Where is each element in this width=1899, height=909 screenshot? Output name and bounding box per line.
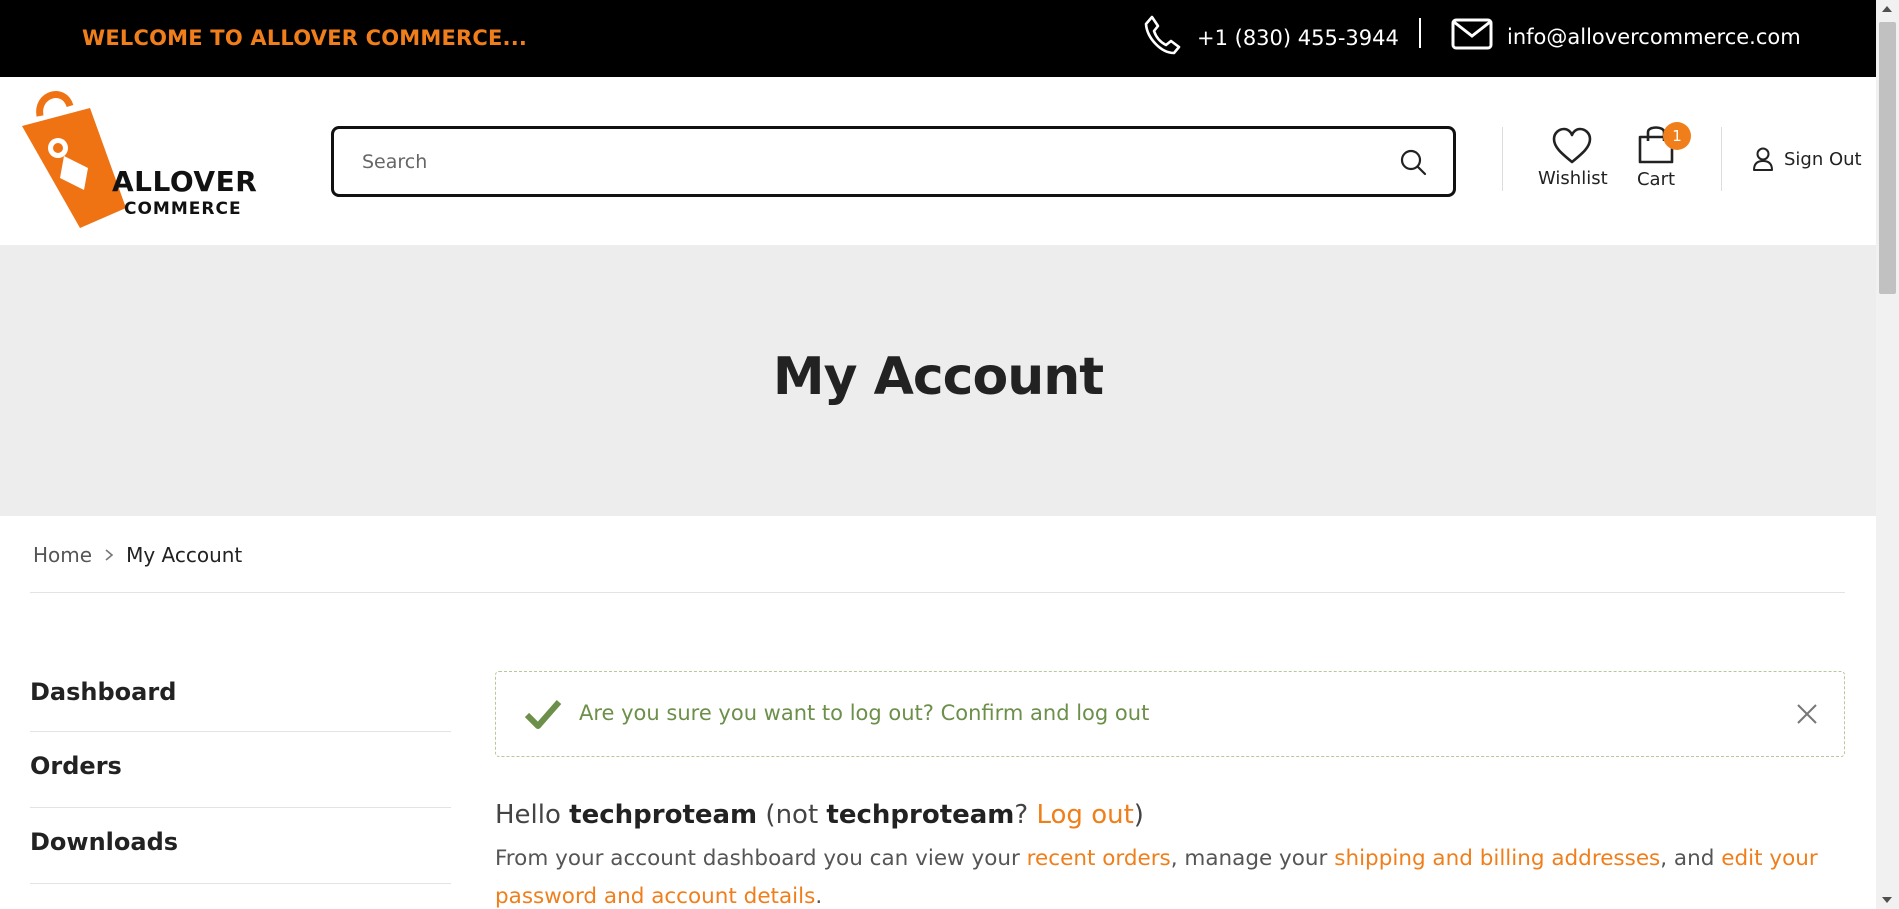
top-bar: WELCOME TO ALLOVER COMMERCE... +1 (830) … bbox=[0, 0, 1876, 77]
greeting-close-paren: ) bbox=[1133, 800, 1144, 830]
logout-confirm-notice: Are you sure you want to log out? Confir… bbox=[495, 671, 1845, 757]
page-hero: My Account bbox=[0, 245, 1876, 516]
breadcrumb: Home My Account bbox=[33, 543, 242, 567]
greeting-username: techproteam bbox=[569, 800, 758, 830]
wishlist-link[interactable]: Wishlist bbox=[1538, 127, 1608, 189]
cart-label: Cart bbox=[1636, 169, 1676, 190]
wishlist-label: Wishlist bbox=[1538, 168, 1608, 189]
page-scrollbar[interactable] bbox=[1876, 0, 1899, 909]
scroll-down-arrow-icon[interactable] bbox=[1882, 897, 1892, 903]
intro-text-2: , manage your bbox=[1170, 846, 1328, 871]
breadcrumb-home[interactable]: Home bbox=[33, 543, 92, 567]
close-icon[interactable] bbox=[1796, 703, 1818, 725]
account-sidebar: Dashboard Orders Downloads bbox=[30, 658, 451, 884]
scroll-up-arrow-icon[interactable] bbox=[1882, 6, 1892, 12]
greeting-question: ? bbox=[1014, 800, 1029, 830]
intro-text-4: . bbox=[815, 884, 823, 909]
page-title: My Account bbox=[772, 347, 1104, 407]
logout-link[interactable]: Log out bbox=[1036, 800, 1133, 830]
logo-bag-icon bbox=[22, 91, 126, 228]
search-icon[interactable] bbox=[1399, 148, 1427, 176]
search-bar bbox=[331, 126, 1456, 197]
heart-icon bbox=[1552, 127, 1592, 164]
header-divider bbox=[1502, 127, 1503, 191]
scrollbar-thumb[interactable] bbox=[1879, 22, 1896, 294]
sidebar-item-dashboard[interactable]: Dashboard bbox=[30, 658, 451, 732]
user-icon bbox=[1753, 147, 1773, 171]
checkmark-icon bbox=[524, 700, 562, 729]
logo-text-commerce: COMMERCE bbox=[124, 199, 242, 219]
header-divider bbox=[1721, 127, 1722, 191]
greeting-hello: Hello bbox=[495, 800, 561, 830]
search-input[interactable] bbox=[362, 147, 1342, 177]
cart-link[interactable]: 1 Cart bbox=[1626, 122, 1691, 190]
email-address[interactable]: info@allovercommerce.com bbox=[1507, 25, 1801, 49]
sidebar-item-downloads[interactable]: Downloads bbox=[30, 808, 451, 884]
breadcrumb-divider bbox=[30, 592, 1845, 593]
recent-orders-link[interactable]: recent orders bbox=[1027, 846, 1171, 871]
topbar-divider bbox=[1419, 18, 1421, 48]
logo-text-allover: ALLOVER bbox=[112, 165, 258, 198]
site-header: ALLOVER COMMERCE Wishlist 1 Cart Sign Ou… bbox=[0, 77, 1876, 245]
phone-icon bbox=[1144, 15, 1181, 55]
addresses-link[interactable]: shipping and billing addresses bbox=[1334, 846, 1660, 871]
notice-message[interactable]: Are you sure you want to log out? Confir… bbox=[579, 701, 1149, 725]
greeting-username-2: techproteam bbox=[826, 800, 1015, 830]
dashboard-intro: From your account dashboard you can view… bbox=[495, 840, 1845, 909]
intro-text-1: From your account dashboard you can view… bbox=[495, 846, 1020, 871]
cart-count-badge: 1 bbox=[1663, 122, 1691, 150]
sign-out-label: Sign Out bbox=[1784, 148, 1862, 170]
sidebar-item-orders[interactable]: Orders bbox=[30, 732, 451, 808]
phone-number[interactable]: +1 (830) 455-3944 bbox=[1197, 26, 1399, 50]
sign-out-link[interactable]: Sign Out bbox=[1752, 147, 1862, 171]
intro-text-3: , and bbox=[1660, 846, 1715, 871]
breadcrumb-current: My Account bbox=[126, 543, 243, 567]
greeting: Hello techproteam (not techproteam? Log … bbox=[495, 800, 1144, 830]
welcome-text: WELCOME TO ALLOVER COMMERCE... bbox=[82, 26, 528, 50]
site-logo[interactable]: ALLOVER COMMERCE bbox=[18, 86, 257, 236]
greeting-not: (not bbox=[765, 800, 819, 830]
chevron-right-icon bbox=[105, 549, 114, 561]
mail-icon bbox=[1451, 18, 1493, 50]
